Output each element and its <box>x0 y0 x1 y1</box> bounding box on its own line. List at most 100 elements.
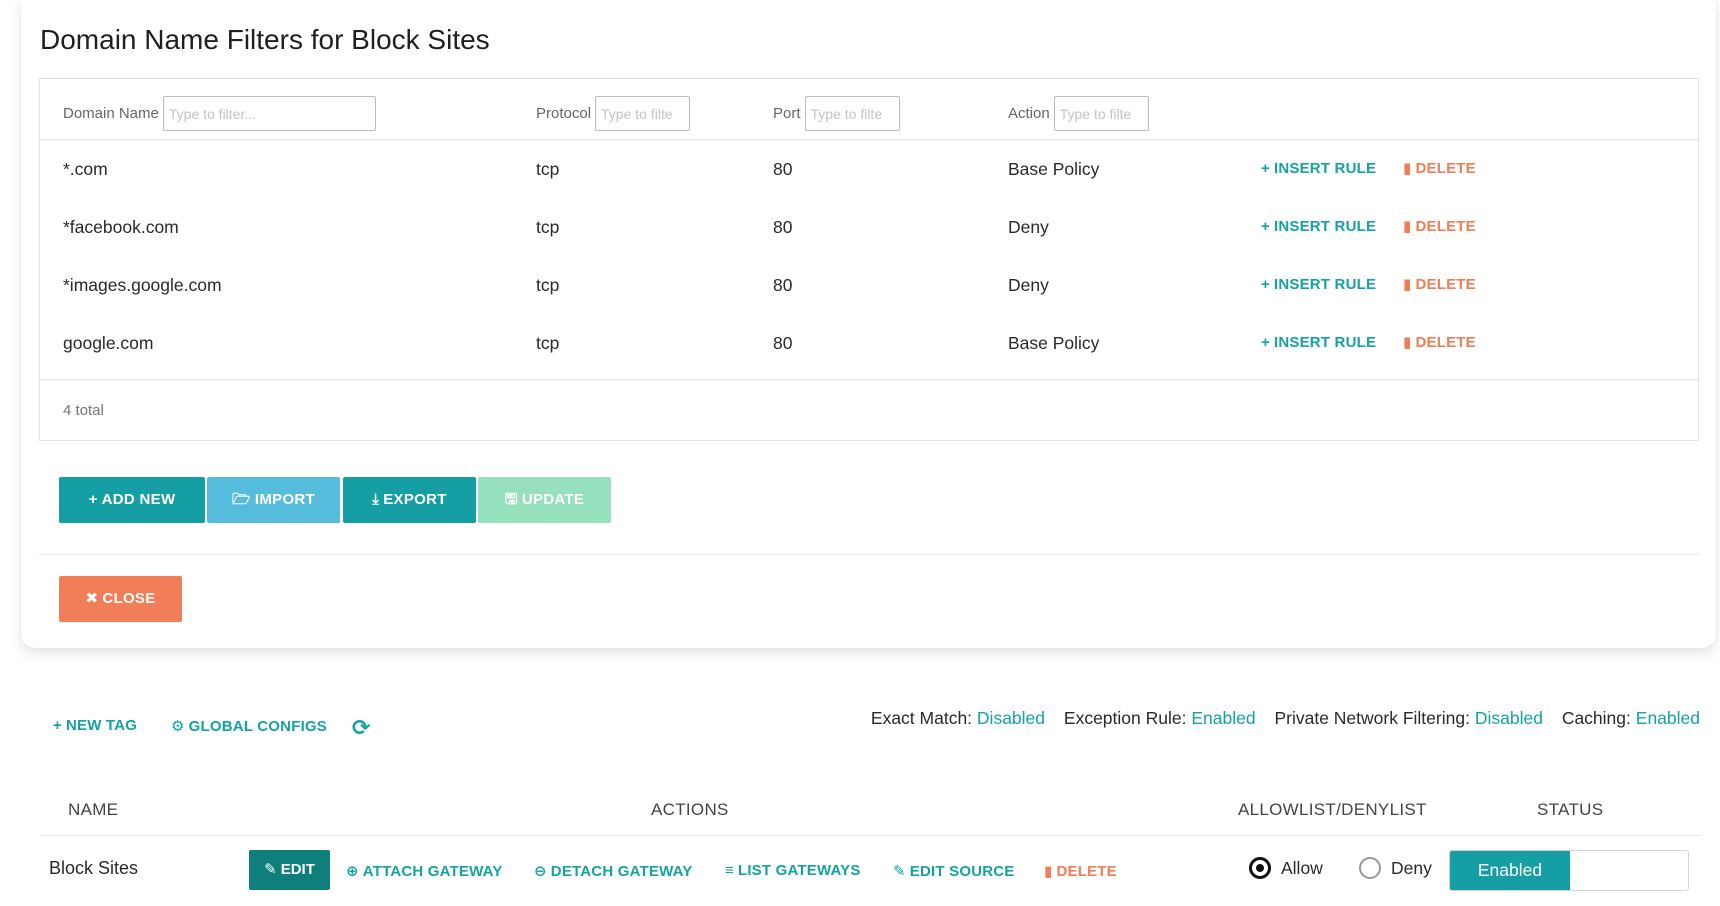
domain-cell: *images.google.com <box>63 275 222 295</box>
private-network-value[interactable]: Disabled <box>1475 708 1543 728</box>
list-icon: ≡ <box>725 862 734 879</box>
edit-icon: ✎ <box>264 861 277 878</box>
delete-rule-button[interactable]: ▮ DELETE <box>1403 198 1476 256</box>
total-count: 4 total <box>63 402 104 419</box>
plus-icon: + <box>88 491 98 508</box>
port-cell: 80 <box>773 217 793 237</box>
close-icon: ✖ <box>85 590 99 607</box>
protocol-cell: tcp <box>536 217 560 237</box>
insert-rule-button[interactable]: + INSERT RULE <box>1261 256 1376 314</box>
filters-grid: Domain Name Protocol Port Action *.com t… <box>39 78 1699 441</box>
port-filter-input[interactable] <box>804 96 900 131</box>
update-button[interactable]: 🖫 UPDATE <box>478 477 611 523</box>
plus-icon: + <box>53 717 62 734</box>
domain-filter: Domain Name <box>63 96 376 131</box>
domain-cell: *facebook.com <box>63 217 179 237</box>
export-button[interactable]: ⤓ EXPORT <box>343 477 476 523</box>
delete-rule-button[interactable]: ▮ DELETE <box>1403 256 1476 314</box>
close-button[interactable]: ✖ CLOSE <box>59 576 182 622</box>
refresh-icon[interactable]: ⟳ <box>352 715 370 741</box>
global-configs-button[interactable]: ⚙ GLOBAL CONFIGS <box>171 717 327 735</box>
status-toggle[interactable]: Enabled <box>1449 850 1689 891</box>
settings-summary: Exact Match: Disabled Exception Rule: En… <box>871 708 1700 729</box>
protocol-cell: tcp <box>536 159 560 179</box>
delete-tag-button[interactable]: ▮ DELETE <box>1044 862 1117 880</box>
grid-filter-header: Domain Name Protocol Port Action <box>40 79 1698 140</box>
insert-rule-button[interactable]: + INSERT RULE <box>1261 314 1376 372</box>
actions-column-header: ACTIONS <box>651 800 729 819</box>
plus-icon: + <box>1261 218 1270 235</box>
action-filter: Action <box>1008 96 1149 131</box>
domain-filters-modal: Domain Name Filters for Block Sites Doma… <box>21 0 1716 648</box>
plus-icon: + <box>1261 160 1270 177</box>
plus-icon: + <box>1261 276 1270 293</box>
divider <box>39 554 1699 555</box>
exact-match-value[interactable]: Disabled <box>977 708 1045 728</box>
download-icon: ⤓ <box>372 491 380 508</box>
trash-icon: ▮ <box>1403 160 1412 177</box>
action-cell: Deny <box>1008 275 1049 295</box>
caching-value[interactable]: Enabled <box>1636 708 1700 728</box>
list-gateways-button[interactable]: ≡ LIST GATEWAYS <box>725 862 861 879</box>
modal-title: Domain Name Filters for Block Sites <box>40 24 490 55</box>
delete-rule-button[interactable]: ▮ DELETE <box>1403 140 1476 198</box>
protocol-cell: tcp <box>536 333 560 353</box>
protocol-column-label: Protocol <box>536 105 592 122</box>
action-column-label: Action <box>1008 105 1050 122</box>
private-network-label: Private Network Filtering: <box>1274 708 1470 728</box>
domain-column-label: Domain Name <box>63 105 159 122</box>
action-filter-input[interactable] <box>1053 96 1149 131</box>
minus-circle-icon: ⊖ <box>534 863 547 880</box>
domain-filter-input[interactable] <box>162 96 376 131</box>
import-button[interactable]: 🗁 IMPORT <box>207 477 340 523</box>
tag-name: Block Sites <box>49 858 139 878</box>
domain-cell: google.com <box>63 333 154 353</box>
action-cell: Base Policy <box>1008 333 1100 353</box>
trash-icon: ▮ <box>1044 863 1053 880</box>
port-cell: 80 <box>773 275 793 295</box>
insert-rule-button[interactable]: + INSERT RULE <box>1261 140 1376 198</box>
caching-label: Caching: <box>1561 708 1631 728</box>
action-cell: Base Policy <box>1008 159 1100 179</box>
name-column-header: NAME <box>68 800 119 819</box>
trash-icon: ▮ <box>1403 334 1412 351</box>
trash-icon: ▮ <box>1403 218 1412 235</box>
table-row: *facebook.com tcp 80 Deny + INSERT RULE ▮… <box>40 198 1698 256</box>
save-icon: 🖫 <box>504 491 518 508</box>
protocol-filter: Protocol <box>536 96 691 131</box>
protocol-cell: tcp <box>536 275 560 295</box>
table-row: *.com tcp 80 Base Policy + INSERT RULE ▮ D… <box>40 140 1698 198</box>
edit-icon: ✎ <box>893 863 906 880</box>
insert-rule-button[interactable]: + INSERT RULE <box>1261 198 1376 256</box>
plus-circle-icon: ⊕ <box>346 863 359 880</box>
delete-rule-button[interactable]: ▮ DELETE <box>1403 314 1476 372</box>
attach-gateway-button[interactable]: ⊕ ATTACH GATEWAY <box>346 862 503 880</box>
radio-selected-icon <box>1249 857 1271 879</box>
domain-cell: *.com <box>63 159 108 179</box>
radio-unselected-icon <box>1359 857 1381 879</box>
port-cell: 80 <box>773 333 793 353</box>
table-row: *images.google.com tcp 80 Deny + INSERT R… <box>40 256 1698 314</box>
edit-button[interactable]: ✎ EDIT <box>249 850 330 890</box>
table-row: google.com tcp 80 Base Policy + INSERT RU… <box>40 314 1698 372</box>
grid-footer: 4 total <box>40 379 1698 441</box>
new-tag-button[interactable]: + NEW TAG <box>53 717 137 734</box>
protocol-filter-input[interactable] <box>595 96 691 131</box>
plus-icon: + <box>1261 334 1270 351</box>
allow-radio[interactable]: Allow <box>1249 857 1323 879</box>
status-enabled-label: Enabled <box>1450 851 1570 890</box>
list-column-header: ALLOWLIST/DENYLIST <box>1238 800 1427 819</box>
port-column-label: Port <box>773 105 801 122</box>
deny-radio[interactable]: Deny <box>1359 857 1432 879</box>
exception-rule-label: Exception Rule: <box>1063 708 1187 728</box>
trash-icon: ▮ <box>1403 276 1412 293</box>
detach-gateway-button[interactable]: ⊖ DETACH GATEWAY <box>534 862 692 880</box>
action-cell: Deny <box>1008 217 1049 237</box>
edit-source-button[interactable]: ✎ EDIT SOURCE <box>893 862 1015 880</box>
port-cell: 80 <box>773 159 793 179</box>
exception-rule-value[interactable]: Enabled <box>1191 708 1255 728</box>
exact-match-label: Exact Match: <box>870 708 973 728</box>
gear-icon: ⚙ <box>171 718 185 735</box>
add-new-button[interactable]: + ADD NEW <box>59 477 205 523</box>
port-filter: Port <box>773 96 900 131</box>
